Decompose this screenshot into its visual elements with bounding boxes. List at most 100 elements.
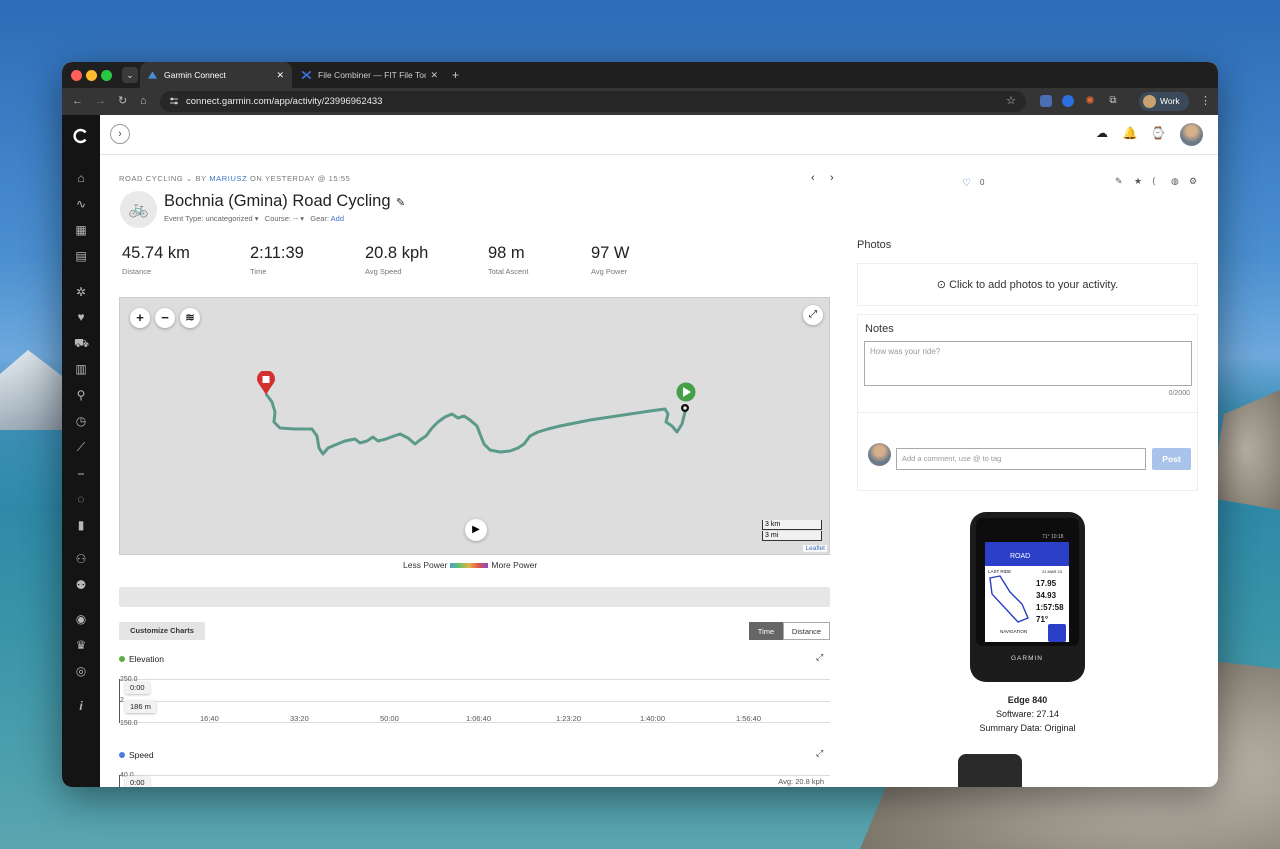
- back-icon[interactable]: ←: [72, 88, 83, 115]
- notes-char-count: 0/2000: [1168, 390, 1190, 397]
- gear-shoe-icon[interactable]: ⛟: [74, 336, 89, 350]
- connections-icon[interactable]: ⚇: [74, 552, 88, 566]
- insights-bulb-icon[interactable]: ◌: [74, 492, 88, 506]
- browser-menu-icon[interactable]: ⋮: [1200, 88, 1211, 115]
- upload-cloud-icon[interactable]: ☁: [1094, 125, 1110, 141]
- tab-title: File Combiner — FIT File Tools: [318, 70, 426, 80]
- add-gear-link[interactable]: Add: [331, 214, 344, 223]
- power-gradient: [450, 563, 489, 569]
- address-bar[interactable]: connect.garmin.com/app/activity/23996962…: [160, 91, 1026, 112]
- garmin-triangle-icon: [148, 71, 157, 79]
- close-tab-icon[interactable]: ✕: [430, 62, 438, 88]
- gridline: [119, 775, 830, 776]
- settings-gear-icon[interactable]: ⚙: [1189, 176, 1197, 187]
- close-window-button[interactable]: [71, 70, 82, 81]
- leaflet-attribution[interactable]: Leaflet: [803, 545, 827, 552]
- edit-pencil-icon[interactable]: ✎: [1115, 176, 1123, 187]
- notes-panel: Notes How was your ride? 0/2000 Add a co…: [857, 314, 1198, 491]
- bookmark-star-icon[interactable]: ☆: [1006, 91, 1016, 112]
- x-tick: 50:00: [380, 714, 399, 723]
- commenter-avatar: [868, 443, 891, 466]
- extensions-puzzle-icon[interactable]: ⧉: [1107, 95, 1119, 107]
- target-icon[interactable]: ◎: [74, 664, 88, 678]
- site-settings-icon[interactable]: [169, 96, 179, 106]
- profile-name: Work: [1160, 96, 1180, 106]
- forward-icon[interactable]: →: [95, 88, 106, 115]
- breadcrumb: ROAD CYCLING ⌄ BY MARIUSZ ON YESTERDAY @…: [119, 174, 350, 183]
- reload-icon[interactable]: ↻: [118, 88, 127, 115]
- garmin-connect-logo-icon[interactable]: [73, 128, 89, 144]
- favorite-star-icon[interactable]: ★: [1134, 176, 1142, 187]
- expand-speed-icon[interactable]: ⤢: [816, 748, 823, 759]
- event-type-dropdown[interactable]: Event Type: uncategorized: [164, 214, 253, 223]
- garmin-app: ⌂ ∿ ▦ ▤ ✲ ♥ ⛟ ▥ ⚲ ◷ ⟋ ⎯ ◌ ▮ ⚇ ⚉ ◉ ♛ ◎ i …: [62, 115, 1218, 787]
- speed-chart[interactable]: 40.0 0:00 Avg: 20.8 kph: [119, 772, 830, 787]
- privacy-globe-icon[interactable]: ◍: [1171, 176, 1179, 187]
- extension-burst-icon[interactable]: ✺: [1084, 95, 1096, 107]
- next-activity-chevron-icon[interactable]: ›: [830, 172, 834, 184]
- share-icon[interactable]: ⟨: [1152, 176, 1156, 187]
- post-button[interactable]: Post: [1152, 448, 1191, 470]
- finish-marker-icon: [257, 371, 275, 395]
- zoom-window-button[interactable]: [101, 70, 112, 81]
- courses-icon[interactable]: ⎯: [74, 466, 88, 480]
- comment-input[interactable]: Add a comment, use @ to tag: [896, 448, 1146, 470]
- toolbar: ← → ↻ ⌂ connect.garmin.com/app/activity/…: [62, 88, 1218, 115]
- extension-blue-icon[interactable]: [1062, 95, 1074, 107]
- tab-search-chevron-icon[interactable]: ⌄: [122, 67, 138, 83]
- reports-icon[interactable]: ▥: [74, 362, 88, 376]
- course-dropdown[interactable]: Course: --: [265, 214, 298, 223]
- activity-page: ROAD CYCLING ⌄ BY MARIUSZ ON YESTERDAY @…: [100, 154, 1218, 787]
- edit-title-pencil-icon[interactable]: ✎: [396, 196, 405, 209]
- playback-play-icon[interactable]: ▶: [465, 519, 487, 541]
- home-icon[interactable]: ⌂: [74, 171, 88, 185]
- info-icon[interactable]: i: [74, 699, 88, 713]
- news-icon[interactable]: ▤: [74, 249, 88, 263]
- close-tab-icon[interactable]: ✕: [276, 62, 284, 88]
- notifications-bell-icon[interactable]: 🔔: [1122, 125, 1138, 141]
- device-brand: GARMIN: [1011, 655, 1043, 662]
- like-heart-icon[interactable]: ♡: [962, 178, 971, 189]
- home-icon[interactable]: ⌂: [140, 88, 147, 115]
- speed-dot: [119, 752, 125, 758]
- notes-textarea[interactable]: How was your ride?: [864, 341, 1192, 386]
- calendar-icon[interactable]: ▦: [74, 223, 88, 237]
- badges-icon[interactable]: ◉: [74, 612, 88, 626]
- expand-sidebar-chevron-icon[interactable]: ›: [110, 124, 130, 144]
- minimize-window-button[interactable]: [86, 70, 97, 81]
- trophy-icon[interactable]: ♛: [74, 638, 88, 652]
- stat-avg-power: 97 W Avg Power: [591, 244, 630, 276]
- toggle-distance[interactable]: Distance: [783, 622, 830, 640]
- toggle-time[interactable]: Time: [749, 622, 783, 640]
- expand-elevation-icon[interactable]: ⤢: [816, 652, 823, 663]
- activities-icon[interactable]: ✲: [74, 285, 88, 299]
- tab-garmin-connect[interactable]: Garmin Connect ✕: [140, 62, 292, 88]
- author-link[interactable]: MARIUSZ: [209, 174, 247, 183]
- route-map[interactable]: + − ≋ ⤢ ▶ 3 km 3 mi Leaflet: [119, 297, 830, 555]
- chevron-down-icon[interactable]: ⌄: [186, 174, 193, 183]
- x-tick: 16:40: [200, 714, 219, 723]
- extension-shield-icon[interactable]: [1040, 95, 1052, 107]
- like-count: 0: [980, 178, 985, 187]
- elevation-dot: [119, 656, 125, 662]
- activity-wave-icon[interactable]: ∿: [74, 197, 88, 211]
- stats-bar-icon[interactable]: ▮: [74, 518, 88, 532]
- add-photos-button[interactable]: ⊙ Click to add photos to your activity.: [857, 263, 1198, 306]
- profile-chip[interactable]: Work: [1139, 92, 1189, 111]
- running-icon[interactable]: ⚲: [74, 388, 88, 402]
- activity-type-dropdown[interactable]: ROAD CYCLING: [119, 174, 183, 183]
- stat-value: 97 W: [591, 244, 630, 262]
- speed-chart-title: Speed: [119, 750, 154, 760]
- user-avatar[interactable]: [1180, 123, 1203, 146]
- stopwatch-icon[interactable]: ◷: [74, 414, 88, 428]
- health-heart-icon[interactable]: ♥: [74, 310, 88, 324]
- previous-activity-chevron-icon[interactable]: ‹: [811, 172, 815, 184]
- device-watch-icon[interactable]: ⌚: [1150, 125, 1166, 141]
- tab-file-combiner[interactable]: File Combiner — FIT File Tools ✕: [294, 62, 446, 88]
- groups-icon[interactable]: ⚉: [74, 578, 88, 592]
- new-tab-icon[interactable]: +: [452, 62, 459, 88]
- customize-charts-button[interactable]: Customize Charts: [119, 622, 205, 640]
- training-icon[interactable]: ⟋: [74, 440, 88, 454]
- gear-label: Gear:: [310, 214, 329, 223]
- divider: [858, 412, 1197, 413]
